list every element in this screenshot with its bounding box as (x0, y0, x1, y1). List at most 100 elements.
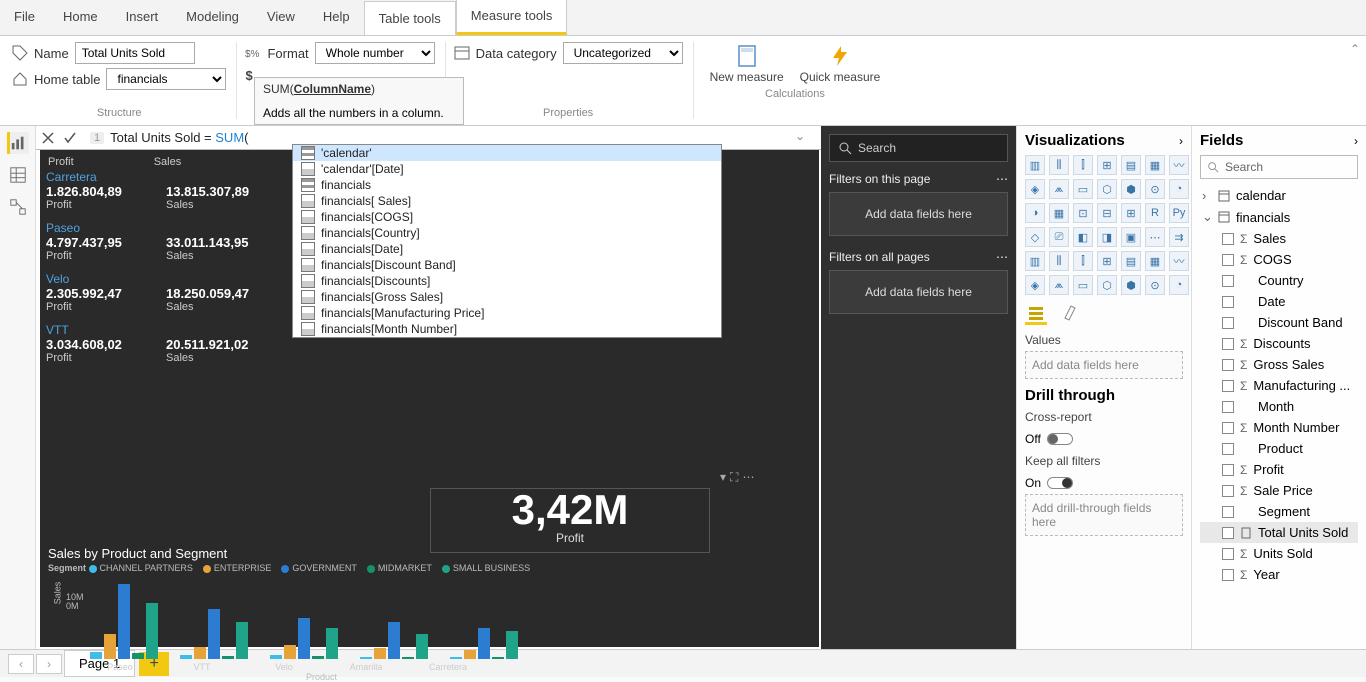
bar[interactable] (180, 655, 192, 659)
viz-type-button[interactable]: ⫼ (1049, 155, 1069, 175)
field-item[interactable]: Discount Band (1200, 312, 1358, 333)
viz-type-button[interactable]: ⩕ (1049, 275, 1069, 295)
field-checkbox[interactable] (1222, 485, 1234, 497)
viz-type-button[interactable]: ⊡ (1073, 203, 1093, 223)
bar[interactable] (132, 653, 144, 659)
field-checkbox[interactable] (1222, 338, 1234, 350)
model-view-button[interactable] (7, 196, 29, 218)
viz-type-button[interactable]: 〰 (1169, 155, 1189, 175)
viz-type-button[interactable]: ▭ (1073, 179, 1093, 199)
ribbon-collapse-icon[interactable]: ⌃ (1350, 42, 1360, 56)
viz-type-button[interactable]: ◔ (1169, 179, 1189, 199)
field-item[interactable]: ΣYear (1200, 564, 1358, 585)
field-item[interactable]: ΣMonth Number (1200, 417, 1358, 438)
viz-type-button[interactable]: ▭ (1073, 275, 1093, 295)
field-item[interactable]: ΣUnits Sold (1200, 543, 1358, 564)
focus-icon[interactable]: ⛶ (730, 470, 738, 485)
viz-type-button[interactable]: ⊞ (1097, 251, 1117, 271)
menu-measure-tools[interactable]: Measure tools (456, 0, 568, 35)
field-item[interactable]: Date (1200, 291, 1358, 312)
table-node[interactable]: ›calendar (1200, 185, 1358, 206)
values-well[interactable]: Add data fields here (1025, 351, 1183, 379)
viz-type-button[interactable]: ⎚ (1049, 227, 1069, 247)
viz-type-button[interactable]: ⊙ (1145, 275, 1165, 295)
page-prev-button[interactable]: ‹ (8, 654, 34, 674)
field-checkbox[interactable] (1222, 464, 1234, 476)
more-icon[interactable]: ⋯ (742, 470, 754, 485)
field-checkbox[interactable] (1222, 506, 1234, 518)
field-checkbox[interactable] (1222, 569, 1234, 581)
hometable-select[interactable]: financials (106, 68, 226, 90)
bar[interactable] (118, 584, 130, 659)
field-checkbox[interactable] (1222, 275, 1234, 287)
quick-measure-button[interactable]: Quick measure (792, 42, 889, 86)
viz-type-button[interactable]: R (1145, 203, 1165, 223)
fields-search-input[interactable]: Search (1200, 155, 1358, 179)
viz-type-button[interactable]: ⊙ (1145, 179, 1165, 199)
intellisense-item[interactable]: financials[Manufacturing Price] (293, 305, 721, 321)
viz-type-button[interactable]: ▦ (1049, 203, 1069, 223)
field-item[interactable]: ΣManufacturing ... (1200, 375, 1358, 396)
format-select[interactable]: Whole number (315, 42, 435, 64)
field-item[interactable]: Month (1200, 396, 1358, 417)
field-checkbox[interactable] (1222, 359, 1234, 371)
bar[interactable] (270, 655, 282, 659)
bar[interactable] (236, 622, 248, 660)
viz-type-button[interactable]: ▦ (1145, 251, 1165, 271)
drill-well[interactable]: Add drill-through fields here (1025, 494, 1183, 536)
datacat-select[interactable]: Uncategorized (563, 42, 683, 64)
bar[interactable] (284, 645, 296, 659)
field-item[interactable]: Segment (1200, 501, 1358, 522)
keep-filters-toggle[interactable]: On (1025, 476, 1073, 490)
bar[interactable] (388, 622, 400, 660)
viz-type-button[interactable]: ◈ (1025, 275, 1045, 295)
intellisense-item[interactable]: financials[Discounts] (293, 273, 721, 289)
intellisense-item[interactable]: financials (293, 177, 721, 193)
report-surface[interactable]: Profit Sales Carretera1.826.804,89Profit… (40, 150, 819, 647)
filters-search-input[interactable]: Search (829, 134, 1008, 162)
field-item[interactable]: Product (1200, 438, 1358, 459)
bar[interactable] (326, 628, 338, 659)
field-item[interactable]: Country (1200, 270, 1358, 291)
bar[interactable] (464, 650, 476, 659)
viz-collapse-icon[interactable]: › (1179, 134, 1183, 148)
viz-type-button[interactable]: ⬡ (1097, 275, 1117, 295)
format-tab[interactable] (1059, 303, 1081, 325)
name-input[interactable] (75, 42, 195, 64)
intellisense-item[interactable]: financials[Gross Sales] (293, 289, 721, 305)
bar[interactable] (478, 628, 490, 659)
intellisense-item[interactable]: financials[Discount Band] (293, 257, 721, 273)
fields-tab[interactable] (1025, 303, 1047, 325)
formula-text[interactable]: Total Units Sold = SUM( (110, 130, 248, 146)
fields-collapse-icon[interactable]: › (1354, 134, 1358, 148)
menu-help[interactable]: Help (309, 0, 364, 35)
viz-type-button[interactable]: ⇉ (1169, 227, 1189, 247)
viz-type-button[interactable]: ◇ (1025, 227, 1045, 247)
viz-type-button[interactable]: ⫿ (1073, 155, 1093, 175)
filters-all-well[interactable]: Add data fields here (829, 270, 1008, 314)
bar[interactable] (90, 652, 102, 660)
field-item[interactable]: ΣSale Price (1200, 480, 1358, 501)
intellisense-item[interactable]: 'calendar'[Date] (293, 161, 721, 177)
field-item[interactable]: ΣDiscounts (1200, 333, 1358, 354)
viz-type-button[interactable]: ▤ (1121, 251, 1141, 271)
viz-type-button[interactable]: ⩕ (1049, 179, 1069, 199)
viz-type-button[interactable]: ▥ (1025, 251, 1045, 271)
cross-report-toggle[interactable]: Off (1025, 432, 1073, 446)
bar[interactable] (492, 657, 504, 659)
viz-type-button[interactable]: ◧ (1073, 227, 1093, 247)
field-checkbox[interactable] (1222, 254, 1234, 266)
report-view-button[interactable] (7, 132, 29, 154)
filters-page-well[interactable]: Add data fields here (829, 192, 1008, 236)
viz-type-button[interactable]: ◔ (1169, 275, 1189, 295)
menu-view[interactable]: View (253, 0, 309, 35)
viz-type-button[interactable]: ▥ (1025, 155, 1045, 175)
bar[interactable] (450, 657, 462, 659)
bar[interactable] (298, 618, 310, 659)
field-item[interactable]: Total Units Sold (1200, 522, 1358, 543)
viz-type-button[interactable]: ▤ (1121, 155, 1141, 175)
viz-type-button[interactable]: Py (1169, 203, 1189, 223)
cancel-formula-button[interactable] (40, 130, 56, 146)
viz-type-button[interactable]: ⊞ (1097, 155, 1117, 175)
intellisense-item[interactable]: financials[ Sales] (293, 193, 721, 209)
